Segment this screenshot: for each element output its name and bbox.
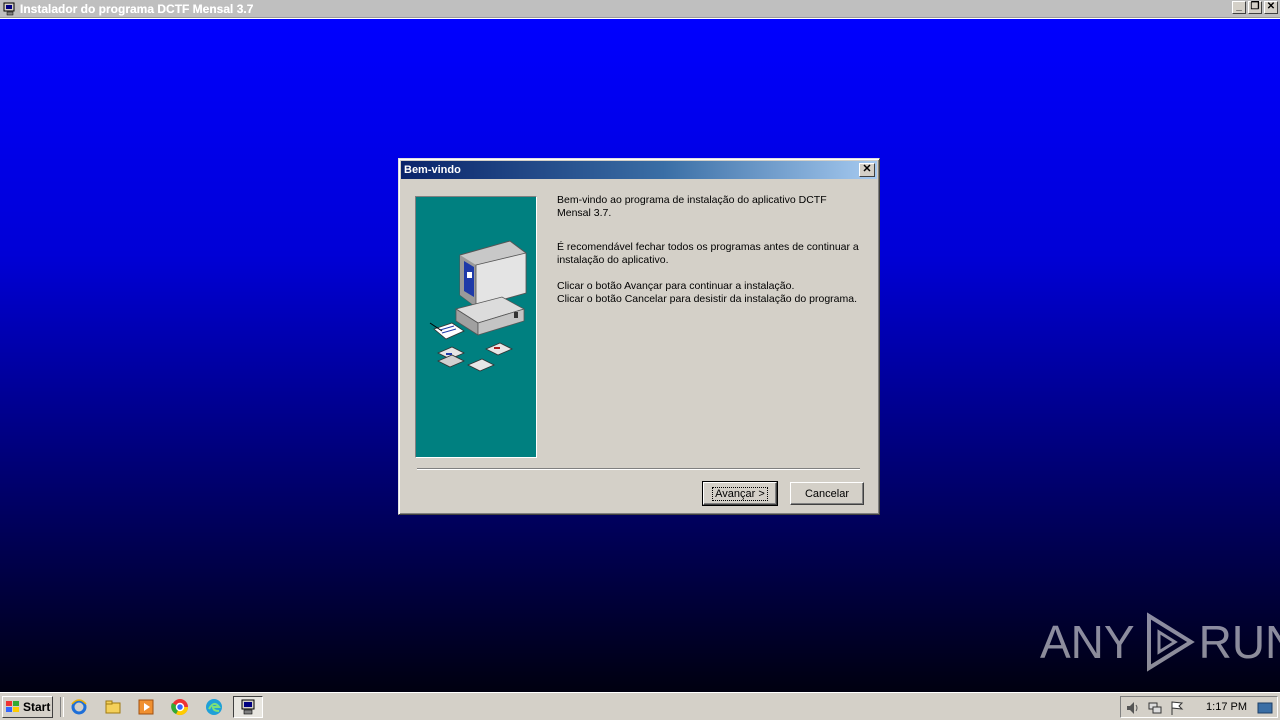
dialog-separator [417, 468, 860, 470]
app-title: Instalador do programa DCTF Mensal 3.7 [20, 1, 254, 16]
app-title-bar[interactable]: Instalador do programa DCTF Mensal 3.7 _… [0, 0, 1280, 18]
system-tray: 1:17 PM [1120, 696, 1278, 718]
dialog-title-bar[interactable]: Bem-vindo ✕ [401, 161, 877, 179]
installer-icon [241, 699, 255, 715]
window-controls: _ ❐ ✕ [1232, 1, 1278, 14]
media-player-icon[interactable] [137, 698, 155, 716]
installer-icon [3, 2, 15, 15]
recommendation-paragraph: É recomendável fechar todos os programas… [557, 241, 859, 266]
welcome-dialog: Bem-vindo ✕ Bem-vindo ao programa de ins… [398, 158, 880, 515]
taskbar-installer-item[interactable] [233, 696, 263, 718]
watermark-right: RUN [1198, 616, 1280, 668]
windows-logo-icon [6, 701, 19, 712]
close-button[interactable]: ✕ [1264, 1, 1278, 14]
side-panel-illustration [415, 196, 537, 458]
dialog-title: Bem-vindo [404, 164, 461, 176]
next-button-label: Avançar > [712, 486, 768, 501]
dialog-close-button[interactable]: ✕ [859, 163, 875, 177]
welcome-text: Bem-vindo ao programa de instalação do a… [557, 194, 869, 306]
next-button[interactable]: Avançar > [702, 481, 778, 506]
taskbar-separator [60, 697, 64, 717]
next-instruction: Clicar o botão Avançar para continuar a … [557, 280, 795, 292]
minimize-button[interactable]: _ [1232, 1, 1246, 14]
show-desktop-icon[interactable] [1257, 700, 1273, 716]
flag-icon[interactable] [1169, 700, 1185, 716]
ie-icon[interactable] [70, 698, 88, 716]
cancel-button[interactable]: Cancelar [790, 482, 864, 505]
start-label: Start [23, 700, 51, 714]
chrome-icon[interactable] [171, 698, 189, 716]
clock: 1:17 PM [1206, 701, 1247, 713]
anyrun-watermark: ANY RUN [1040, 612, 1280, 672]
welcome-paragraph: Bem-vindo ao programa de instalação do a… [557, 194, 827, 219]
network-icon[interactable] [1147, 700, 1163, 716]
edge-icon[interactable] [205, 698, 223, 716]
folder-icon[interactable] [104, 698, 122, 716]
watermark-left: ANY [1040, 616, 1135, 668]
start-button[interactable]: Start [2, 696, 53, 718]
taskbar: Start 1:17 PM [0, 692, 1280, 720]
volume-icon[interactable] [1125, 700, 1141, 716]
computer-illustration-icon [429, 240, 527, 372]
play-logo-icon [1146, 612, 1195, 672]
cancel-instruction: Clicar o botão Cancelar para desistir da… [557, 293, 857, 305]
restore-button[interactable]: ❐ [1248, 1, 1262, 14]
